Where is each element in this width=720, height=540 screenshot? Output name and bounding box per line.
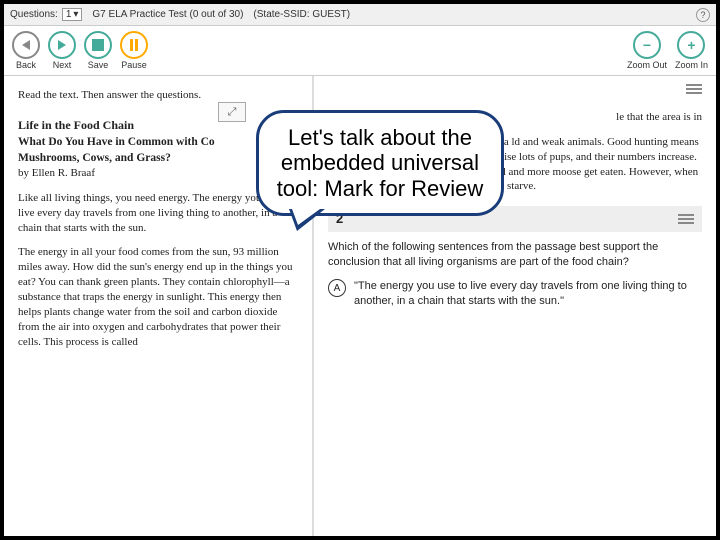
state-ssid: (State-SSID: GUEST) (253, 9, 350, 20)
passage-paragraph: Like all living things, you need energy.… (18, 191, 298, 236)
arrow-right-icon (58, 40, 66, 50)
questions-label: Questions: (10, 9, 58, 20)
choice-letter: A (328, 279, 346, 297)
toolbar: Back Next Save Pause − Zoom Out + Zoom I… (4, 26, 716, 76)
choice-text: "The energy you use to live every day tr… (354, 279, 702, 309)
expand-button[interactable]: ⤢ (218, 102, 246, 122)
expand-icon: ⤢ (228, 106, 237, 119)
back-button[interactable]: Back (12, 31, 40, 70)
menu-icon[interactable] (686, 84, 702, 94)
instruction-text: Read the text. Then answer the questions… (18, 88, 298, 103)
menu-icon[interactable] (678, 214, 694, 224)
question-text: Which of the following sentences from th… (328, 240, 702, 270)
pause-button[interactable]: Pause (120, 31, 148, 70)
zoom-out-icon: − (643, 37, 651, 53)
arrow-left-icon (22, 40, 30, 50)
question-selector[interactable]: 1 ▾ (62, 8, 83, 21)
zoom-in-icon: + (687, 37, 695, 53)
zoom-in-button[interactable]: + Zoom In (675, 31, 708, 70)
help-icon[interactable]: ? (696, 8, 710, 22)
save-icon (92, 39, 104, 51)
test-title: G7 ELA Practice Test (0 out of 30) (92, 9, 243, 20)
zoom-out-button[interactable]: − Zoom Out (627, 31, 667, 70)
next-button[interactable]: Next (48, 31, 76, 70)
pause-icon (130, 39, 138, 51)
passage-paragraph: The energy in all your food comes from t… (18, 245, 298, 349)
answer-choice-a[interactable]: A "The energy you use to live every day … (328, 279, 702, 309)
callout-text: Let's talk about the embedded universal … (273, 125, 487, 201)
tutorial-callout: Let's talk about the embedded universal … (256, 110, 504, 216)
chevron-down-icon: ▾ (73, 9, 78, 20)
save-button[interactable]: Save (84, 31, 112, 70)
top-bar: Questions: 1 ▾ G7 ELA Practice Test (0 o… (4, 4, 716, 26)
